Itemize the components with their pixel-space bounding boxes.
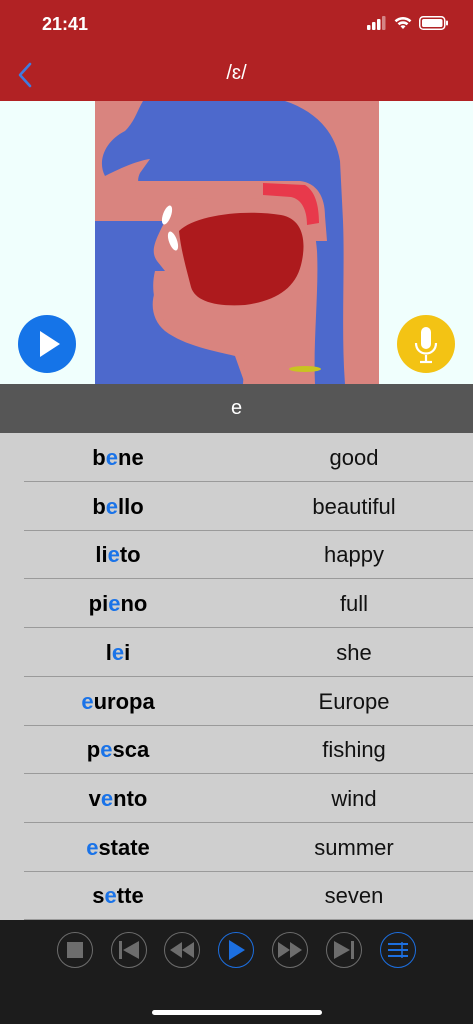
word: europa [81, 688, 155, 714]
list-item[interactable]: vento wind [24, 774, 473, 823]
rewind-icon [170, 942, 194, 958]
next-button[interactable] [326, 932, 362, 968]
previous-button[interactable] [111, 932, 147, 968]
word: bene [92, 445, 144, 470]
list-item[interactable]: bene good [24, 433, 473, 482]
list-item[interactable]: europa Europe [24, 677, 473, 726]
translation: Europe [318, 688, 390, 714]
list-button[interactable] [380, 932, 416, 968]
play-sound-button[interactable] [18, 315, 76, 373]
translation: summer [314, 834, 394, 860]
fast-forward-button[interactable] [272, 932, 308, 968]
list-item[interactable]: bello beautiful [24, 482, 473, 531]
wifi-icon [394, 16, 412, 29]
translation: full [339, 591, 369, 617]
signal-icon [367, 16, 386, 30]
word: lieto [95, 542, 141, 568]
translation: wind [331, 785, 377, 811]
skip-previous-icon [119, 941, 139, 959]
home-indicator [152, 1010, 322, 1015]
page-title: /ɛ/ [226, 62, 247, 84]
microphone-icon [414, 327, 438, 364]
play-icon [40, 331, 60, 357]
play-icon [229, 940, 245, 960]
word: pesca [86, 737, 150, 763]
playback-toolbar [0, 920, 473, 1024]
sound-letter-bar: e [0, 384, 473, 433]
record-button[interactable] [397, 315, 455, 373]
articulation-stage [0, 101, 473, 384]
battery-icon [419, 16, 448, 30]
word-list: bene good bello beautiful lieto happy pi… [0, 433, 473, 921]
word: bello [92, 493, 144, 519]
list-item[interactable]: estate summer [24, 823, 473, 872]
list-item[interactable]: lei she [24, 628, 473, 677]
fast-forward-icon [278, 942, 302, 958]
translation: good [329, 445, 379, 470]
list-item[interactable]: pieno full [24, 579, 473, 629]
word: estate [86, 834, 150, 860]
word: pieno [88, 591, 148, 617]
translation: happy [324, 542, 384, 568]
translation: she [336, 639, 372, 665]
translation: beautiful [312, 493, 396, 519]
stop-icon [67, 942, 83, 958]
stop-button[interactable] [57, 932, 93, 968]
translation: seven [324, 883, 384, 909]
status-time: 21:41 [42, 14, 89, 34]
rewind-button[interactable] [164, 932, 200, 968]
translation: fishing [322, 737, 386, 763]
play-button[interactable] [218, 932, 254, 968]
list-icon [388, 942, 408, 958]
header: 21:41 /ɛ/ [0, 0, 473, 101]
skip-next-icon [334, 941, 354, 959]
sound-letter: e [230, 397, 243, 419]
list-item[interactable]: sette seven [24, 871, 473, 921]
list-item[interactable]: lieto happy [24, 530, 473, 580]
status-icons [367, 16, 449, 30]
list-item[interactable]: pesca fishing [24, 725, 473, 775]
word: lei [105, 639, 131, 665]
mouth-diagram [95, 101, 379, 384]
word: vento [88, 785, 148, 811]
word: sette [92, 883, 144, 909]
